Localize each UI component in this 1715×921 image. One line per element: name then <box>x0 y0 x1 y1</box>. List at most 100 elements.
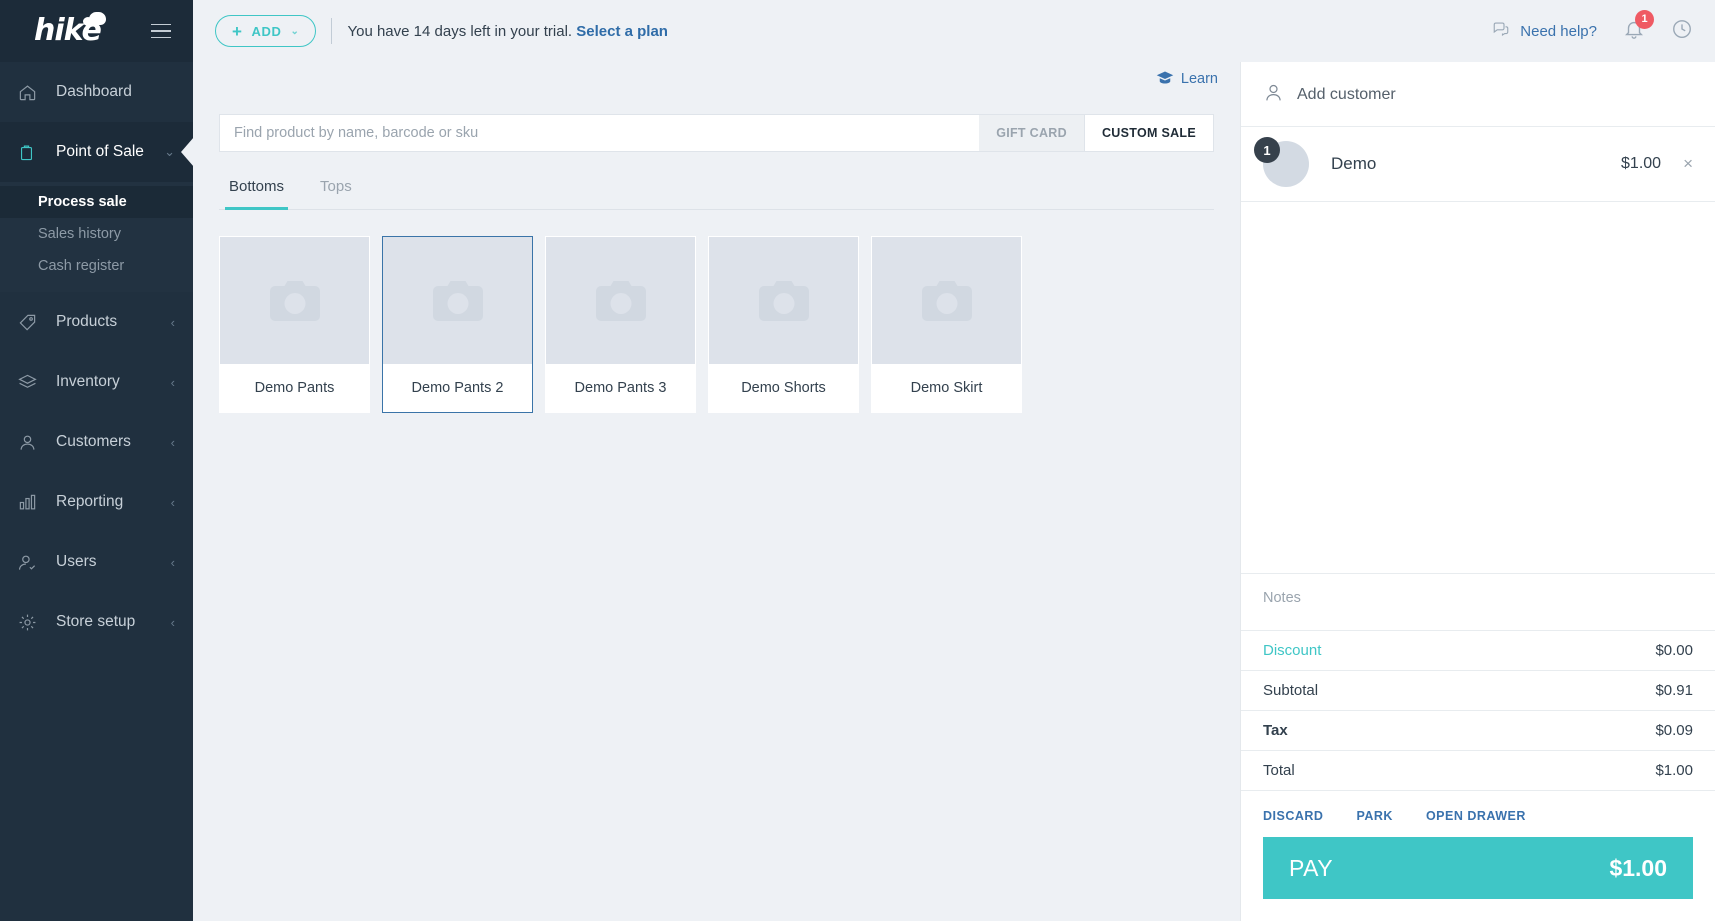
notes-input[interactable]: Notes <box>1241 573 1715 630</box>
user-icon <box>18 433 44 452</box>
home-icon <box>18 83 44 102</box>
totals-section: Discount $0.00 Subtotal $0.91 Tax $0.09 … <box>1241 630 1715 791</box>
totals-value: $0.09 <box>1655 722 1693 739</box>
top-bar: + ADD ⌄ You have 14 days left in your tr… <box>193 0 1715 62</box>
product-thumbnail <box>220 237 369 364</box>
bar-chart-icon <box>18 493 44 512</box>
user-icon <box>1263 82 1284 108</box>
totals-value: $0.00 <box>1655 642 1693 659</box>
gift-card-button[interactable]: GIFT CARD <box>979 114 1085 152</box>
product-card[interactable]: Demo Shorts <box>708 236 859 413</box>
sidebar-item-label: Customers <box>56 433 131 450</box>
catalog-column: Learn GIFT CARD CUSTOM SALE Bottoms Tops <box>193 62 1240 921</box>
chevron-left-icon: ‹ <box>170 374 175 390</box>
cart-item-price: $1.00 <box>1621 155 1662 172</box>
sidebar-submenu-point-of-sale: Process sale Sales history Cash register <box>0 182 193 292</box>
plus-icon: + <box>232 21 243 41</box>
active-section-arrow <box>181 137 194 167</box>
product-name: Demo Pants <box>254 380 335 396</box>
learn-row: Learn <box>193 62 1240 96</box>
totals-label: Tax <box>1263 722 1288 739</box>
sidebar-item-dashboard[interactable]: Dashboard <box>0 62 193 122</box>
product-card[interactable]: Demo Skirt <box>871 236 1022 413</box>
product-name: Demo Skirt <box>910 380 983 396</box>
cart-panel: Add customer 1 Demo $1.00 × Notes Discou… <box>1240 62 1715 921</box>
pay-button[interactable]: PAY $1.00 <box>1263 837 1693 899</box>
chevron-left-icon: ‹ <box>170 314 175 330</box>
totals-row-tax: Tax $0.09 <box>1241 711 1715 751</box>
sidebar-item-users[interactable]: Users ‹ <box>0 532 193 592</box>
totals-value: $1.00 <box>1655 762 1693 779</box>
add-button-label: ADD <box>251 23 282 39</box>
search-input[interactable] <box>234 125 966 141</box>
cart-line-item[interactable]: 1 Demo $1.00 × <box>1241 127 1715 202</box>
need-help-button[interactable]: Need help? <box>1491 20 1597 42</box>
sidebar: hike Dashboard Point of Sale ⌄ Process s… <box>0 0 194 921</box>
search-box[interactable] <box>219 114 980 152</box>
totals-value: $0.91 <box>1655 682 1693 699</box>
sidebar-item-label: Store setup <box>56 613 136 630</box>
hike-logo[interactable]: hike <box>34 12 106 46</box>
park-button[interactable]: PARK <box>1356 809 1393 823</box>
pos-application: hike Dashboard Point of Sale ⌄ Process s… <box>0 0 1715 921</box>
cart-actions: DISCARD PARK OPEN DRAWER <box>1241 791 1715 837</box>
pay-label: PAY <box>1289 854 1334 881</box>
product-card[interactable]: Demo Pants <box>219 236 370 413</box>
add-button[interactable]: + ADD ⌄ <box>215 15 317 47</box>
sidebar-item-label: Reporting <box>56 493 124 510</box>
sidebar-item-products[interactable]: Products ‹ <box>0 292 193 352</box>
product-grid: Demo Pants Demo Pants 2 Demo Pants 3 Dem… <box>193 210 1240 413</box>
notes-placeholder: Notes <box>1263 590 1301 606</box>
select-plan-link[interactable]: Select a plan <box>576 23 668 40</box>
bag-icon <box>18 143 44 162</box>
custom-sale-button[interactable]: CUSTOM SALE <box>1084 114 1214 152</box>
sidebar-header: hike <box>0 0 193 62</box>
notification-badge: 1 <box>1635 9 1654 29</box>
add-customer-button[interactable]: Add customer <box>1241 62 1715 127</box>
totals-label[interactable]: Discount <box>1263 642 1321 659</box>
cart-items: 1 Demo $1.00 × <box>1241 127 1715 202</box>
sidebar-item-store-setup[interactable]: Store setup ‹ <box>0 592 193 652</box>
notifications-button[interactable]: 1 <box>1623 9 1654 45</box>
product-card[interactable]: Demo Pants 2 <box>382 236 533 413</box>
sidebar-item-label: Products <box>56 313 118 330</box>
cloud-icon <box>82 12 106 26</box>
sidebar-item-label: Users <box>56 553 97 570</box>
sidebar-item-inventory[interactable]: Inventory ‹ <box>0 352 193 412</box>
cart-empty-space <box>1241 202 1715 573</box>
quantity-badge: 1 <box>1254 137 1280 163</box>
user-check-icon <box>18 553 44 572</box>
hamburger-menu-icon[interactable] <box>151 19 171 44</box>
learn-label: Learn <box>1180 71 1218 87</box>
totals-row-total: Total $1.00 <box>1241 751 1715 791</box>
top-bar-right: Need help? 1 <box>1491 9 1693 45</box>
sidebar-item-label: Dashboard <box>56 83 132 100</box>
product-thumbnail <box>383 237 532 364</box>
sidebar-item-sales-history[interactable]: Sales history <box>0 218 193 250</box>
pay-amount: $1.00 <box>1609 854 1667 881</box>
sidebar-item-point-of-sale[interactable]: Point of Sale ⌄ <box>0 122 194 182</box>
chevron-left-icon: ‹ <box>170 614 175 630</box>
need-help-label: Need help? <box>1520 22 1597 40</box>
product-name: Demo Shorts <box>741 380 826 396</box>
chevron-left-icon: ‹ <box>170 494 175 510</box>
sidebar-item-customers[interactable]: Customers ‹ <box>0 412 193 472</box>
discard-button[interactable]: DISCARD <box>1263 809 1323 823</box>
tag-icon <box>18 313 44 332</box>
search-row: GIFT CARD CUSTOM SALE <box>193 114 1240 152</box>
add-customer-label: Add customer <box>1297 86 1396 103</box>
remove-item-icon[interactable]: × <box>1683 154 1693 174</box>
recent-activity-button[interactable] <box>1671 18 1693 45</box>
totals-label: Subtotal <box>1263 682 1319 699</box>
sidebar-item-cash-register[interactable]: Cash register <box>0 250 193 282</box>
open-drawer-button[interactable]: OPEN DRAWER <box>1426 809 1526 823</box>
tab-tops[interactable]: Tops <box>316 174 356 210</box>
tab-bottoms[interactable]: Bottoms <box>225 174 289 210</box>
sidebar-item-reporting[interactable]: Reporting ‹ <box>0 472 193 532</box>
learn-button[interactable]: Learn <box>1156 70 1218 89</box>
sidebar-item-process-sale[interactable]: Process sale <box>0 186 193 218</box>
main-region: + ADD ⌄ You have 14 days left in your tr… <box>193 0 1715 921</box>
product-card[interactable]: Demo Pants 3 <box>545 236 696 413</box>
product-name: Demo Pants 2 <box>411 380 504 396</box>
totals-row-discount[interactable]: Discount $0.00 <box>1241 631 1715 671</box>
